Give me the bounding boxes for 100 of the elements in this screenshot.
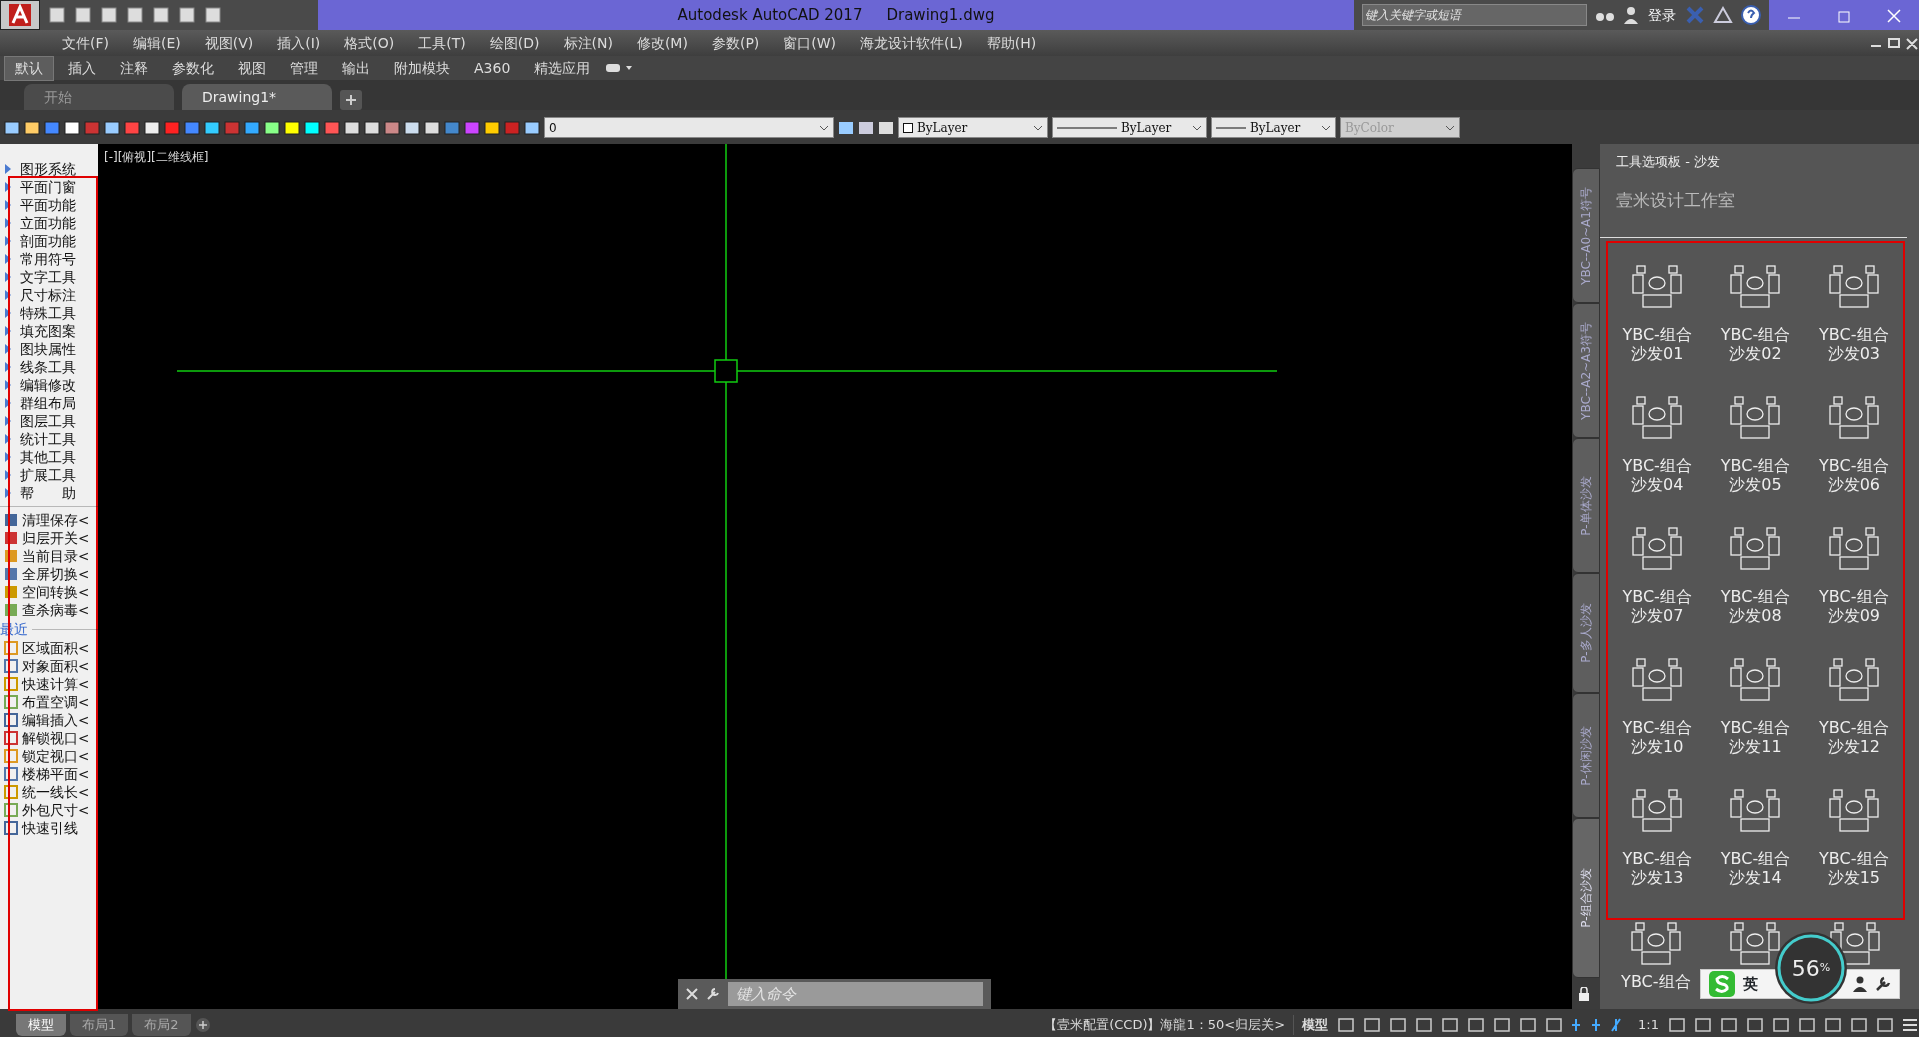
close-icon[interactable] (1884, 7, 1904, 24)
toolbar-tool-icon[interactable] (404, 119, 420, 136)
palette-item-label[interactable]: YBC-组合沙发13 (1619, 849, 1696, 887)
command-item[interactable]: 锁定视口< (22, 747, 90, 766)
ribbon-toggle-icon[interactable] (604, 62, 635, 74)
command-item[interactable]: 编辑插入< (22, 711, 90, 730)
command-item[interactable]: 区域面积< (22, 639, 90, 658)
panel-menu-item[interactable]: 常用符号 (20, 250, 76, 268)
open-folder-icon[interactable] (74, 7, 92, 23)
menu-item[interactable]: 工具(T) (418, 32, 466, 54)
toolbar-tool-icon[interactable] (304, 119, 320, 136)
toolbar-tool-icon[interactable] (858, 119, 874, 136)
panel-menu-item[interactable]: 图块属性 (20, 340, 76, 358)
toolbar-tool-icon[interactable] (204, 119, 220, 136)
toolbar-tool-icon[interactable] (244, 119, 260, 136)
panel-menu-item[interactable]: 平面门窗 (20, 178, 76, 196)
search-field[interactable]: 键入关键字或短语 (1362, 4, 1587, 26)
palette-item-label[interactable]: YBC-组合沙发08 (1717, 587, 1794, 625)
menu-item[interactable]: 标注(N) (563, 32, 613, 54)
panel-menu-item[interactable]: 平面功能 (20, 196, 76, 214)
drawing-canvas[interactable]: [-][俯视][二维线框] 键入命令 (98, 144, 1572, 1009)
menu-item[interactable]: 插入(I) (277, 32, 321, 54)
menu-item[interactable]: 文件(F) (62, 32, 109, 54)
palette-item-label[interactable]: YBC-组合沙发14 (1717, 849, 1794, 887)
save-as-icon[interactable] (126, 7, 144, 23)
palette-item-label[interactable]: YBC-组合沙发12 (1815, 718, 1892, 756)
panel-menu-item[interactable]: 群组布局 (20, 394, 76, 412)
ribbon-tab[interactable]: 注释 (110, 56, 158, 80)
wrench-icon[interactable] (1875, 976, 1891, 992)
linetype-dropdown[interactable]: ByLayer (1052, 117, 1207, 138)
panel-menu-item[interactable]: 帮 助 (20, 484, 76, 502)
toolbar-tool-icon[interactable] (364, 119, 380, 136)
new-tab-plus-icon[interactable] (340, 90, 362, 110)
menu-item[interactable]: 参数(P) (711, 32, 760, 54)
toolbar-tool-icon[interactable] (24, 119, 40, 136)
save-icon[interactable] (100, 7, 118, 23)
palette-item-label[interactable]: YBC-组合沙发01 (1619, 325, 1696, 363)
menu-icon[interactable] (1901, 1017, 1919, 1033)
command-item[interactable]: 解锁视口< (22, 729, 90, 748)
palette-item-label[interactable]: YBC-组合沙发07 (1619, 587, 1696, 625)
sign-in-button[interactable]: 登录 (1647, 3, 1677, 27)
toolbar-tool-icon[interactable] (284, 119, 300, 136)
toolbar-tool-icon[interactable] (878, 119, 894, 136)
toolbar-tool-icon[interactable] (144, 119, 160, 136)
toolbar-tool-icon[interactable] (104, 119, 120, 136)
ribbon-tab[interactable]: 精选应用 (524, 56, 601, 80)
command-item[interactable]: 查杀病毒< (22, 601, 90, 619)
ribbon-tab[interactable]: 附加模块 (384, 56, 460, 80)
panel-menu-item[interactable]: 扩展工具 (20, 466, 76, 484)
palette-item-label[interactable]: YBC-组合 (1617, 972, 1694, 991)
menu-item[interactable]: 绘图(D) (489, 32, 540, 54)
palette-item-label[interactable]: YBC-组合沙发03 (1815, 325, 1892, 363)
menu-item[interactable]: 编辑(E) (133, 32, 181, 54)
panel-menu-item[interactable]: 文字工具 (20, 268, 76, 286)
color-dropdown[interactable]: ByLayer (898, 117, 1048, 138)
menu-item[interactable]: 帮助(H) (986, 32, 1037, 54)
command-item[interactable]: 全屏切换< (22, 565, 90, 583)
app-menu-button[interactable] (0, 0, 40, 30)
command-item[interactable]: 空间转换< (22, 583, 90, 601)
speed-meter[interactable]: 56% (1775, 932, 1847, 1004)
palette-item-label[interactable]: YBC-组合沙发05 (1717, 456, 1794, 494)
palette-item-label[interactable]: YBC-组合沙发04 (1619, 456, 1696, 494)
palette-item-label[interactable]: YBC-组合沙发06 (1815, 456, 1892, 494)
command-item[interactable]: 统一线长< (22, 783, 90, 802)
palette-item-label[interactable]: YBC-组合沙发10 (1619, 718, 1696, 756)
model-space-button[interactable]: 模型 (1298, 1015, 1333, 1035)
panel-menu-item[interactable]: 线条工具 (20, 358, 76, 376)
ribbon-tab[interactable]: 参数化 (162, 56, 224, 80)
command-item[interactable]: 快速引线 (22, 819, 78, 838)
panel-menu-item[interactable]: 剖面功能 (20, 232, 76, 250)
palette-item-label[interactable]: YBC-组合沙发09 (1815, 587, 1892, 625)
toolbar-tool-icon[interactable] (264, 119, 280, 136)
add-layout-icon[interactable] (194, 1017, 211, 1033)
ime-language[interactable]: 英 (1743, 972, 1758, 996)
panel-menu-item[interactable]: 立面功能 (20, 214, 76, 232)
layer-dropdown[interactable]: 0 (544, 117, 834, 138)
command-item[interactable]: 清理保存< (22, 511, 90, 529)
ribbon-tab[interactable]: 插入 (58, 56, 106, 80)
panel-menu-item[interactable]: 填充图案 (20, 322, 76, 340)
panel-menu-item[interactable]: 编辑修改 (20, 376, 76, 394)
command-item[interactable]: 对象面积< (22, 657, 90, 676)
close-icon[interactable] (686, 988, 698, 1000)
panel-menu-item[interactable]: 其他工具 (20, 448, 76, 466)
ribbon-tab[interactable]: 管理 (280, 56, 328, 80)
command-item[interactable]: 归层开关< (22, 529, 90, 547)
panel-menu-item[interactable]: 尺寸标注 (20, 286, 76, 304)
redo-icon[interactable] (204, 7, 222, 23)
command-item[interactable]: 布置空调< (22, 693, 90, 712)
menu-item[interactable]: 海龙设计软件(L) (860, 32, 963, 54)
command-item[interactable]: 楼梯平面< (22, 765, 90, 784)
panel-menu-item[interactable]: 特殊工具 (20, 304, 76, 322)
ribbon-tab[interactable]: A360 (464, 56, 521, 80)
window-controls-icon[interactable] (1869, 36, 1919, 50)
panel-menu-item[interactable]: 图形系统 (20, 160, 76, 178)
ribbon-tab[interactable]: 输出 (332, 56, 380, 80)
menu-item[interactable]: 格式(O) (344, 32, 395, 54)
palette-item-label[interactable]: YBC-组合沙发02 (1717, 325, 1794, 363)
s-logo-icon[interactable] (1709, 971, 1735, 997)
toolbar-tool-icon[interactable] (64, 119, 80, 136)
palette-item-label[interactable]: YBC-组合沙发15 (1815, 849, 1892, 887)
